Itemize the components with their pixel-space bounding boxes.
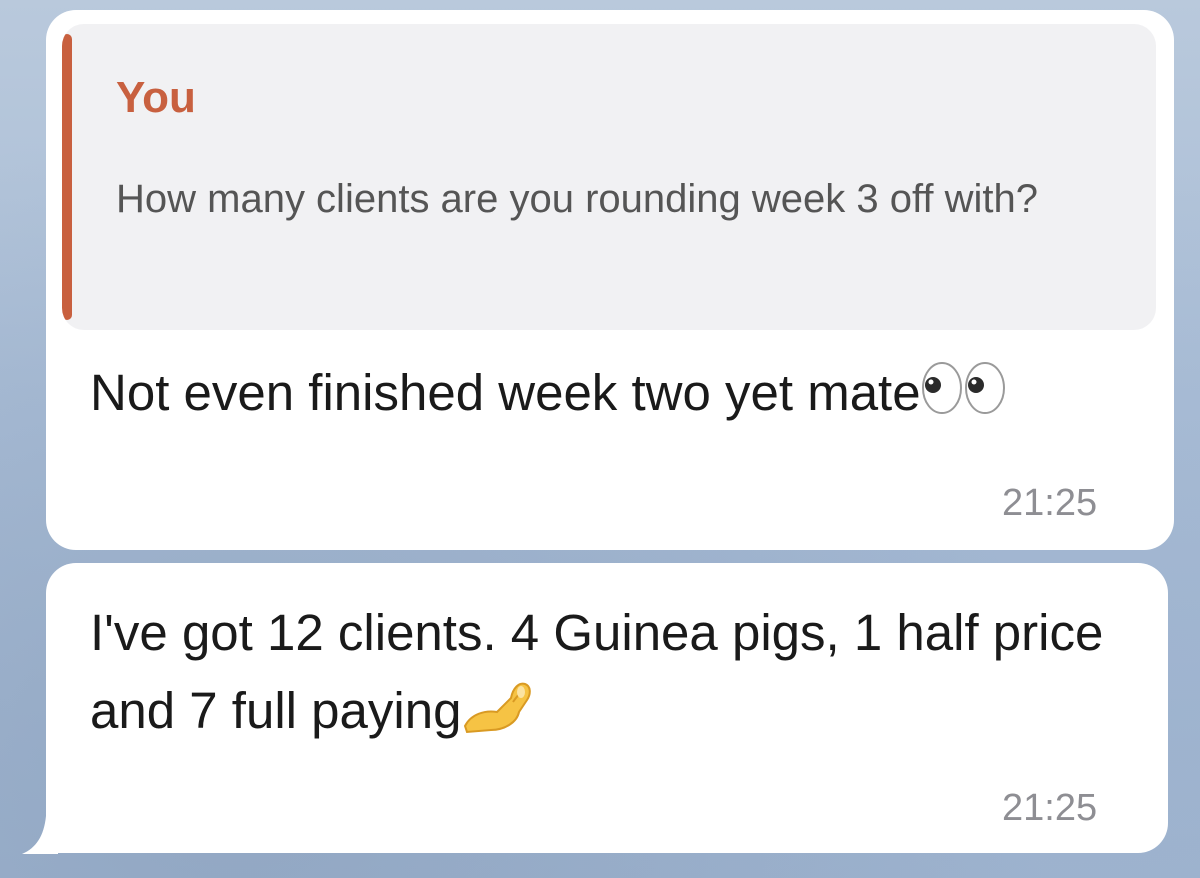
reply-accent-bar: [62, 34, 72, 320]
message-text: Not even finished week two yet mate: [90, 354, 1050, 438]
message-body: Not even finished week two yet mate: [90, 364, 921, 421]
message-text: I've got 12 clients. 4 Guinea pigs, 1 ha…: [90, 594, 1140, 756]
eyes-icon: [921, 360, 1007, 438]
reply-text: How many clients are you rounding week 3…: [116, 177, 1038, 221]
message-time: 21:25: [1002, 787, 1098, 829]
message-body: I've got 12 clients. 4 Guinea pigs, 1 ha…: [90, 604, 1104, 739]
message-time: 21:25: [1002, 482, 1098, 524]
reply-author: You: [116, 73, 196, 122]
reply-quote[interactable]: You How many clients are you rounding we…: [62, 24, 1156, 330]
pinching-hand-icon: [461, 678, 537, 756]
